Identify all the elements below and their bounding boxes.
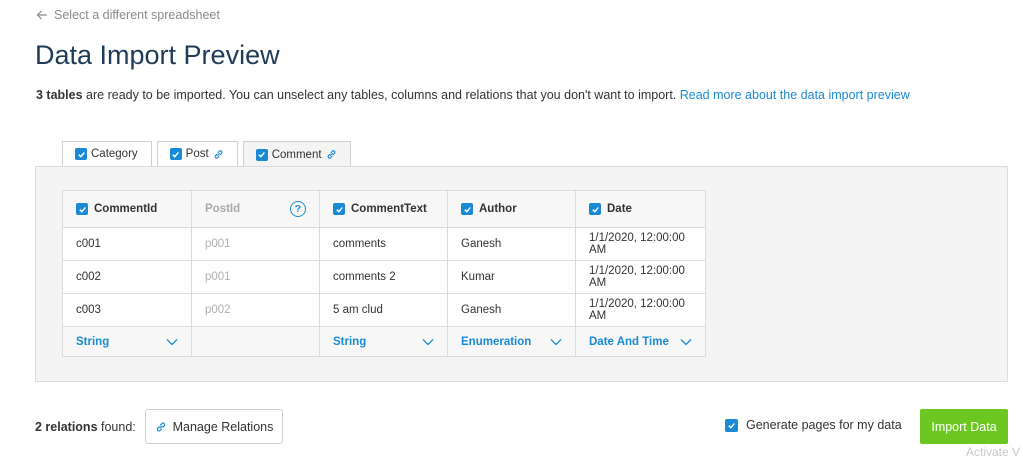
tab-comment-label: Comment [271, 148, 322, 161]
table-cell: Ganesh [447, 227, 576, 261]
column-postid-label: PostId [205, 203, 241, 215]
tab-category[interactable]: Category [62, 141, 152, 166]
column-commentid-checkbox[interactable] [76, 203, 88, 215]
table-cell: p001 [191, 227, 320, 261]
table-cell: p002 [191, 293, 320, 327]
check-icon [78, 206, 86, 213]
arrow-left-icon [36, 10, 47, 20]
intro-body: are ready to be imported. You can unsele… [82, 88, 680, 102]
chevron-down-icon [422, 338, 434, 345]
table-cell: comments [319, 227, 448, 261]
column-header-commenttext: CommentText [319, 190, 448, 228]
type-select-label: Enumeration [461, 335, 532, 348]
column-date-label: Date [607, 203, 632, 215]
type-select-label: Date And Time [589, 335, 669, 348]
table-cell: Kumar [447, 260, 576, 294]
link-icon [327, 150, 335, 159]
type-select-date[interactable]: Date And Time [575, 326, 706, 357]
tab-post[interactable]: Post [156, 141, 238, 166]
manage-relations-label: Manage Relations [172, 419, 274, 434]
column-header-commentid: CommentId [62, 190, 192, 228]
relations-suffix: found: [97, 420, 136, 434]
table-cell: 1/1/2020, 12:00:00 AM [575, 227, 706, 261]
relations-found: 2 relations found: [35, 420, 136, 434]
intro-text: 3 tables are ready to be imported. You c… [36, 88, 910, 102]
check-icon [77, 151, 85, 158]
table-cell: c002 [62, 260, 192, 294]
link-icon [156, 421, 165, 432]
column-header-date: Date [575, 190, 706, 228]
table-cell: 5 am clud [319, 293, 448, 327]
tab-comment-checkbox[interactable] [255, 148, 268, 161]
tab-comment[interactable]: Comment [242, 141, 351, 167]
check-icon [463, 206, 471, 213]
table-row: c003 p002 5 am clud Ganesh 1/1/2020, 12:… [62, 293, 706, 327]
table-cell: c003 [62, 293, 192, 327]
generate-pages-label: Generate pages for my data [746, 418, 902, 432]
check-icon [591, 206, 599, 213]
back-link-label: Select a different spreadsheet [54, 8, 220, 22]
generate-pages-option[interactable]: Generate pages for my data [725, 418, 902, 432]
header-row: CommentId PostId ? CommentText Author Da… [62, 190, 706, 228]
back-link[interactable]: Select a different spreadsheet [36, 8, 220, 22]
help-icon[interactable]: ? [290, 201, 306, 217]
type-empty-cell [191, 326, 320, 357]
tab-category-checkbox[interactable] [75, 148, 87, 160]
type-select-label: String [76, 335, 110, 348]
chevron-down-icon [166, 338, 178, 345]
tab-category-label: Category [91, 148, 138, 160]
check-icon [728, 422, 735, 429]
check-icon [258, 152, 266, 158]
link-icon [214, 149, 223, 159]
chevron-down-icon [550, 338, 562, 345]
type-select-author[interactable]: Enumeration [447, 326, 576, 357]
type-select-commenttext[interactable]: String [319, 326, 448, 357]
table-cell: comments 2 [319, 260, 448, 294]
column-commenttext-checkbox[interactable] [333, 203, 345, 215]
manage-relations-button[interactable]: Manage Relations [145, 409, 283, 444]
generate-pages-checkbox[interactable] [725, 418, 738, 432]
column-commenttext-label: CommentText [351, 203, 427, 215]
table-cell: 1/1/2020, 12:00:00 AM [575, 293, 706, 327]
table-cell: 1/1/2020, 12:00:00 AM [575, 260, 706, 294]
relations-count: 2 relations [35, 420, 98, 434]
column-author-label: Author [479, 203, 517, 215]
type-select-commentid[interactable]: String [62, 326, 192, 357]
page-title: Data Import Preview [35, 40, 280, 70]
table-cell: c001 [62, 227, 192, 261]
check-icon [335, 206, 343, 213]
column-author-checkbox[interactable] [461, 203, 473, 215]
tab-post-label: Post [185, 148, 209, 160]
table-row: c001 p001 comments Ganesh 1/1/2020, 12:0… [62, 227, 706, 261]
activation-watermark: Activate V [966, 445, 1021, 456]
table-row: c002 p001 comments 2 Kumar 1/1/2020, 12:… [62, 260, 706, 294]
table-tabs: Category Post Comment [62, 141, 351, 167]
column-header-postid: PostId ? [191, 190, 320, 228]
check-icon [172, 151, 180, 158]
table-cell: p001 [191, 260, 320, 294]
column-commentid-label: CommentId [94, 203, 158, 215]
read-more-link[interactable]: Read more about the data import preview [680, 88, 910, 102]
tables-count: 3 tables [36, 88, 83, 102]
preview-table: CommentId PostId ? CommentText Author Da… [62, 190, 706, 357]
tab-post-checkbox[interactable] [169, 148, 182, 160]
table-cell: Ganesh [447, 293, 576, 327]
column-header-author: Author [447, 190, 576, 228]
type-row: String String Enumeration Date And Time [62, 326, 706, 357]
chevron-down-icon [680, 338, 692, 345]
import-data-button[interactable]: Import Data [920, 409, 1008, 444]
type-select-label: String [333, 335, 367, 348]
column-date-checkbox[interactable] [589, 203, 601, 215]
